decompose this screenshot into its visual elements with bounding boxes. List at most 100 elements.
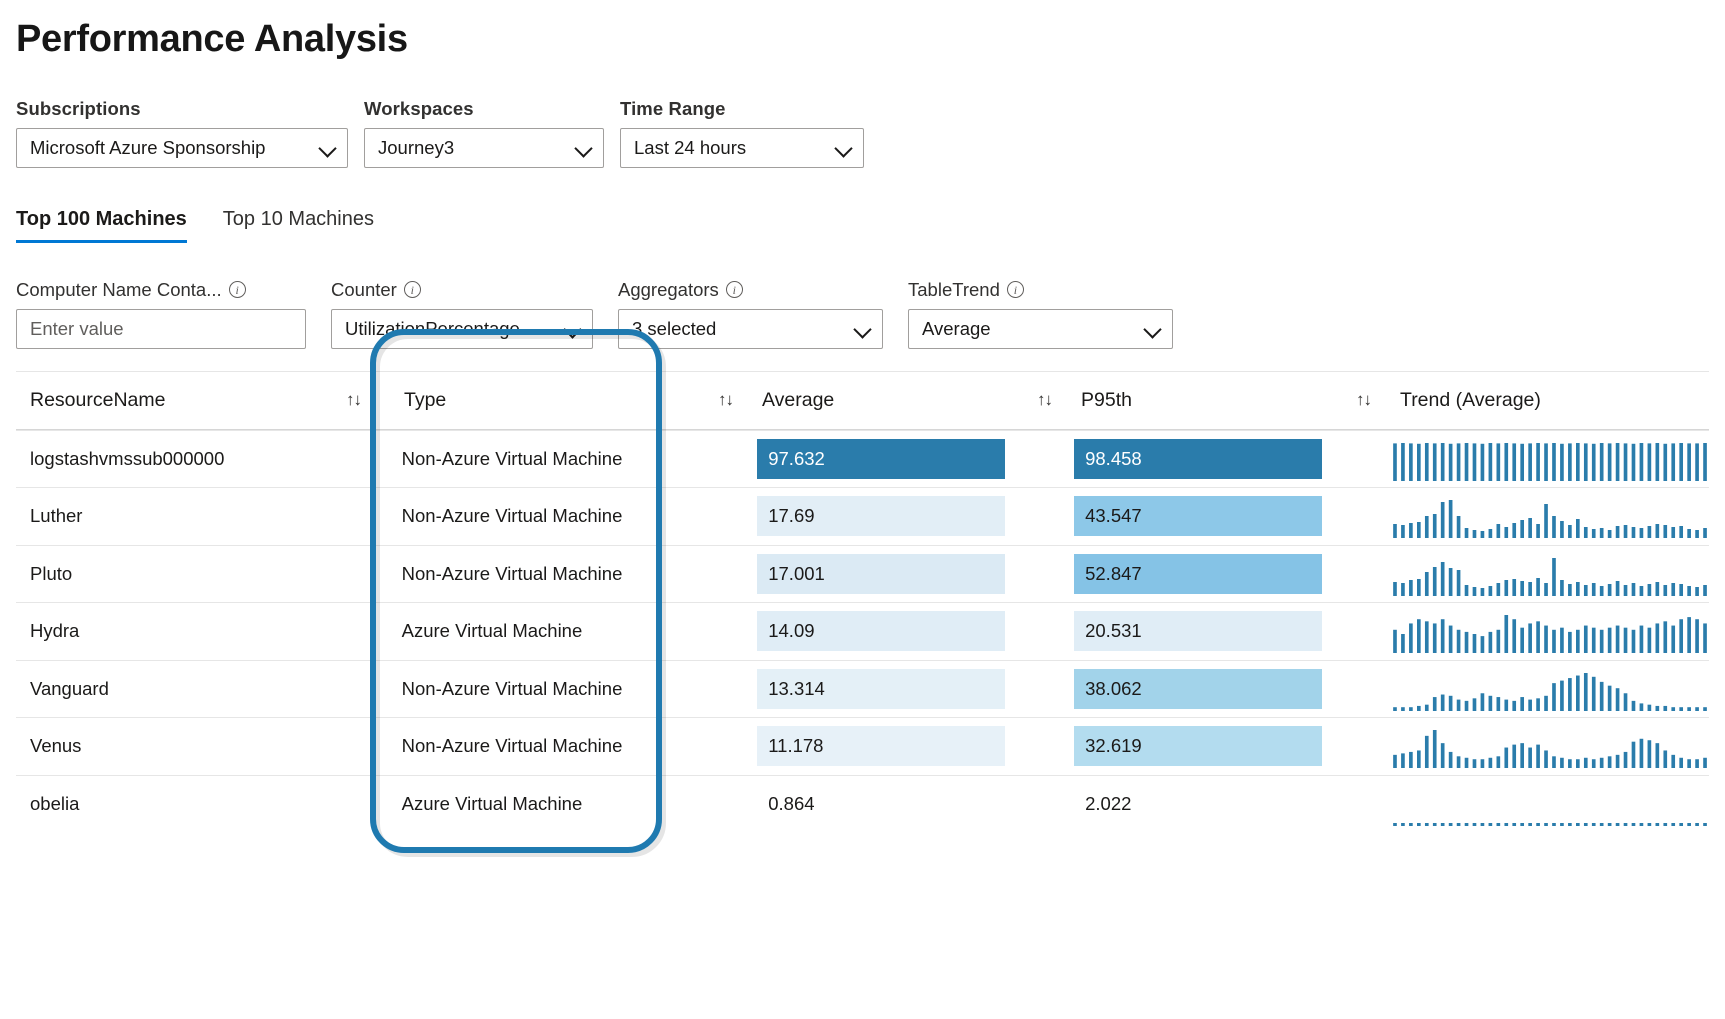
sort-arrows-icon: ↑↓ <box>1356 390 1372 410</box>
sort-arrows-icon: ↑↓ <box>1037 390 1053 410</box>
sort-toggle-resourcename[interactable]: ↑↓ <box>346 372 388 429</box>
column-header-resourcename[interactable]: ResourceName <box>16 372 346 429</box>
cell-p95th: 98.458 <box>1074 431 1347 488</box>
cell-spacer <box>1347 546 1391 603</box>
cell-p95th: 43.547 <box>1074 488 1347 545</box>
time-range-value: Last 24 hours <box>634 136 747 158</box>
table-row[interactable]: Vanguard Non-Azure Virtual Machine 13.314 3… <box>16 659 1709 718</box>
cell-resourcename: Venus <box>30 735 82 757</box>
table-row[interactable]: Pluto Non-Azure Virtual Machine 17.001 52.8… <box>16 544 1709 603</box>
table-row[interactable]: obelia Azure Virtual Machine 0.864 2.022 <box>16 774 1709 833</box>
cell-spacer <box>1030 546 1074 603</box>
cell-spacer <box>1030 431 1074 488</box>
info-icon[interactable]: i <box>228 281 246 299</box>
cell-spacer <box>344 718 386 775</box>
cell-trend-sparkline <box>1391 603 1709 660</box>
cell-spacer <box>344 661 386 718</box>
p95th-heat-bar: 98.458 <box>1074 438 1323 479</box>
subscriptions-dropdown[interactable]: Microsoft Azure Sponsorship <box>16 127 348 168</box>
column-header-type[interactable]: Type <box>388 372 718 429</box>
cell-spacer <box>714 603 758 660</box>
sort-toggle-type[interactable]: ↑↓ <box>718 372 762 429</box>
cell-type: Non-Azure Virtual Machine <box>401 505 623 527</box>
cell-average: 13.314 <box>757 661 1030 718</box>
cell-spacer <box>344 546 386 603</box>
performance-table: ResourceName ↑↓ Type ↑↓ Average ↑↓ P95th… <box>16 328 1709 857</box>
counter-dropdown[interactable]: UtilizationPercentage <box>331 308 593 349</box>
average-heat-bar: 17.001 <box>757 553 1006 594</box>
chevron-down-icon <box>1145 321 1161 337</box>
p95th-heat-bar: 43.547 <box>1074 496 1323 537</box>
tabletrend-dropdown[interactable]: Average <box>908 308 1173 349</box>
cell-p95th: 38.062 <box>1074 661 1347 718</box>
computer-name-input[interactable]: Enter value <box>16 308 306 349</box>
average-heat-bar: 11.178 <box>757 726 1006 767</box>
cell-spacer <box>344 776 386 833</box>
table-body: logstashvmssub000000 Non-Azure Virtual Ma… <box>16 429 1709 833</box>
column-header-average[interactable]: Average <box>762 372 1037 429</box>
info-icon[interactable]: i <box>403 281 421 299</box>
cell-spacer <box>1030 488 1074 545</box>
cell-average: 11.178 <box>757 718 1030 775</box>
time-range-dropdown[interactable]: Last 24 hours <box>620 127 864 168</box>
chevron-down-icon <box>836 140 852 156</box>
cell-p95th: 2.022 <box>1074 776 1347 833</box>
cell-resourcename: obelia <box>30 792 80 814</box>
p95th-heat-bar: 52.847 <box>1074 553 1323 594</box>
workspaces-filter: Workspaces Journey3 <box>364 98 604 168</box>
cell-resourcename: Vanguard <box>30 677 109 699</box>
cell-spacer <box>714 546 758 603</box>
chevron-down-icon <box>855 321 871 337</box>
cell-type: Non-Azure Virtual Machine <box>401 562 623 584</box>
tab-top-10-machines[interactable]: Top 10 Machines <box>223 208 374 243</box>
aggregators-dropdown[interactable]: 3 selected <box>618 308 883 349</box>
cell-average: 0.864 <box>757 776 1030 833</box>
counter-filter: Counter i UtilizationPercentage <box>331 279 593 349</box>
subscriptions-label: Subscriptions <box>16 97 141 119</box>
time-range-filter: Time Range Last 24 hours <box>620 98 864 168</box>
performance-analysis-page: Performance Analysis Subscriptions Micro… <box>0 18 1725 1019</box>
cell-spacer <box>1030 776 1074 833</box>
cell-resourcename: Hydra <box>30 620 80 642</box>
cell-spacer <box>1030 718 1074 775</box>
tabletrend-value: Average <box>922 317 991 339</box>
table-row[interactable]: Luther Non-Azure Virtual Machine 17.69 43.5… <box>16 487 1709 545</box>
p95th-heat-bar: 32.619 <box>1074 726 1323 767</box>
sort-toggle-average[interactable]: ↑↓ <box>1037 372 1081 429</box>
cell-average: 97.632 <box>757 431 1030 488</box>
info-icon[interactable]: i <box>725 281 743 299</box>
table-row[interactable]: logstashvmssub000000 Non-Azure Virtual Ma… <box>16 429 1709 488</box>
sort-arrows-icon: ↑↓ <box>346 390 362 410</box>
cell-trend-sparkline <box>1391 776 1709 833</box>
cell-type: Non-Azure Virtual Machine <box>401 735 623 757</box>
sort-toggle-p95th[interactable]: ↑↓ <box>1356 372 1400 429</box>
table-row[interactable]: Hydra Azure Virtual Machine 14.09 20.531 <box>16 602 1709 660</box>
table-row[interactable]: Venus Non-Azure Virtual Machine 11.178 32.6… <box>16 717 1709 775</box>
cell-resourcename: logstashvmssub000000 <box>30 447 225 469</box>
cell-trend-sparkline <box>1391 431 1709 488</box>
cell-spacer <box>1347 431 1391 488</box>
cell-spacer <box>714 776 758 833</box>
cell-type: Non-Azure Virtual Machine <box>401 447 623 469</box>
cell-spacer <box>714 488 758 545</box>
chevron-down-icon <box>576 140 592 156</box>
info-icon[interactable]: i <box>1006 281 1024 299</box>
average-heat-bar: 14.09 <box>757 611 1006 652</box>
cell-spacer <box>1030 661 1074 718</box>
cell-p95th: 32.619 <box>1074 718 1347 775</box>
table-filter-bar: Computer Name Conta... i Enter value Cou… <box>16 279 1725 349</box>
computer-name-label-text: Computer Name Conta... <box>16 278 222 300</box>
chevron-down-icon <box>565 321 581 337</box>
computer-name-label: Computer Name Conta... i <box>16 279 306 301</box>
cell-type: Azure Virtual Machine <box>401 792 583 814</box>
column-header-p95th[interactable]: P95th <box>1081 372 1356 429</box>
table-header: ResourceName ↑↓ Type ↑↓ Average ↑↓ P95th… <box>16 370 1709 430</box>
tab-top-100-machines[interactable]: Top 100 Machines <box>16 208 187 243</box>
workspaces-dropdown[interactable]: Journey3 <box>364 127 604 168</box>
cell-type: Azure Virtual Machine <box>401 620 583 642</box>
page-title: Performance Analysis <box>16 18 408 60</box>
subscriptions-filter: Subscriptions Microsoft Azure Sponsorshi… <box>16 98 348 168</box>
cell-spacer <box>714 431 758 488</box>
cell-trend-sparkline <box>1391 718 1709 775</box>
tabletrend-label: TableTrend i <box>908 279 1173 301</box>
